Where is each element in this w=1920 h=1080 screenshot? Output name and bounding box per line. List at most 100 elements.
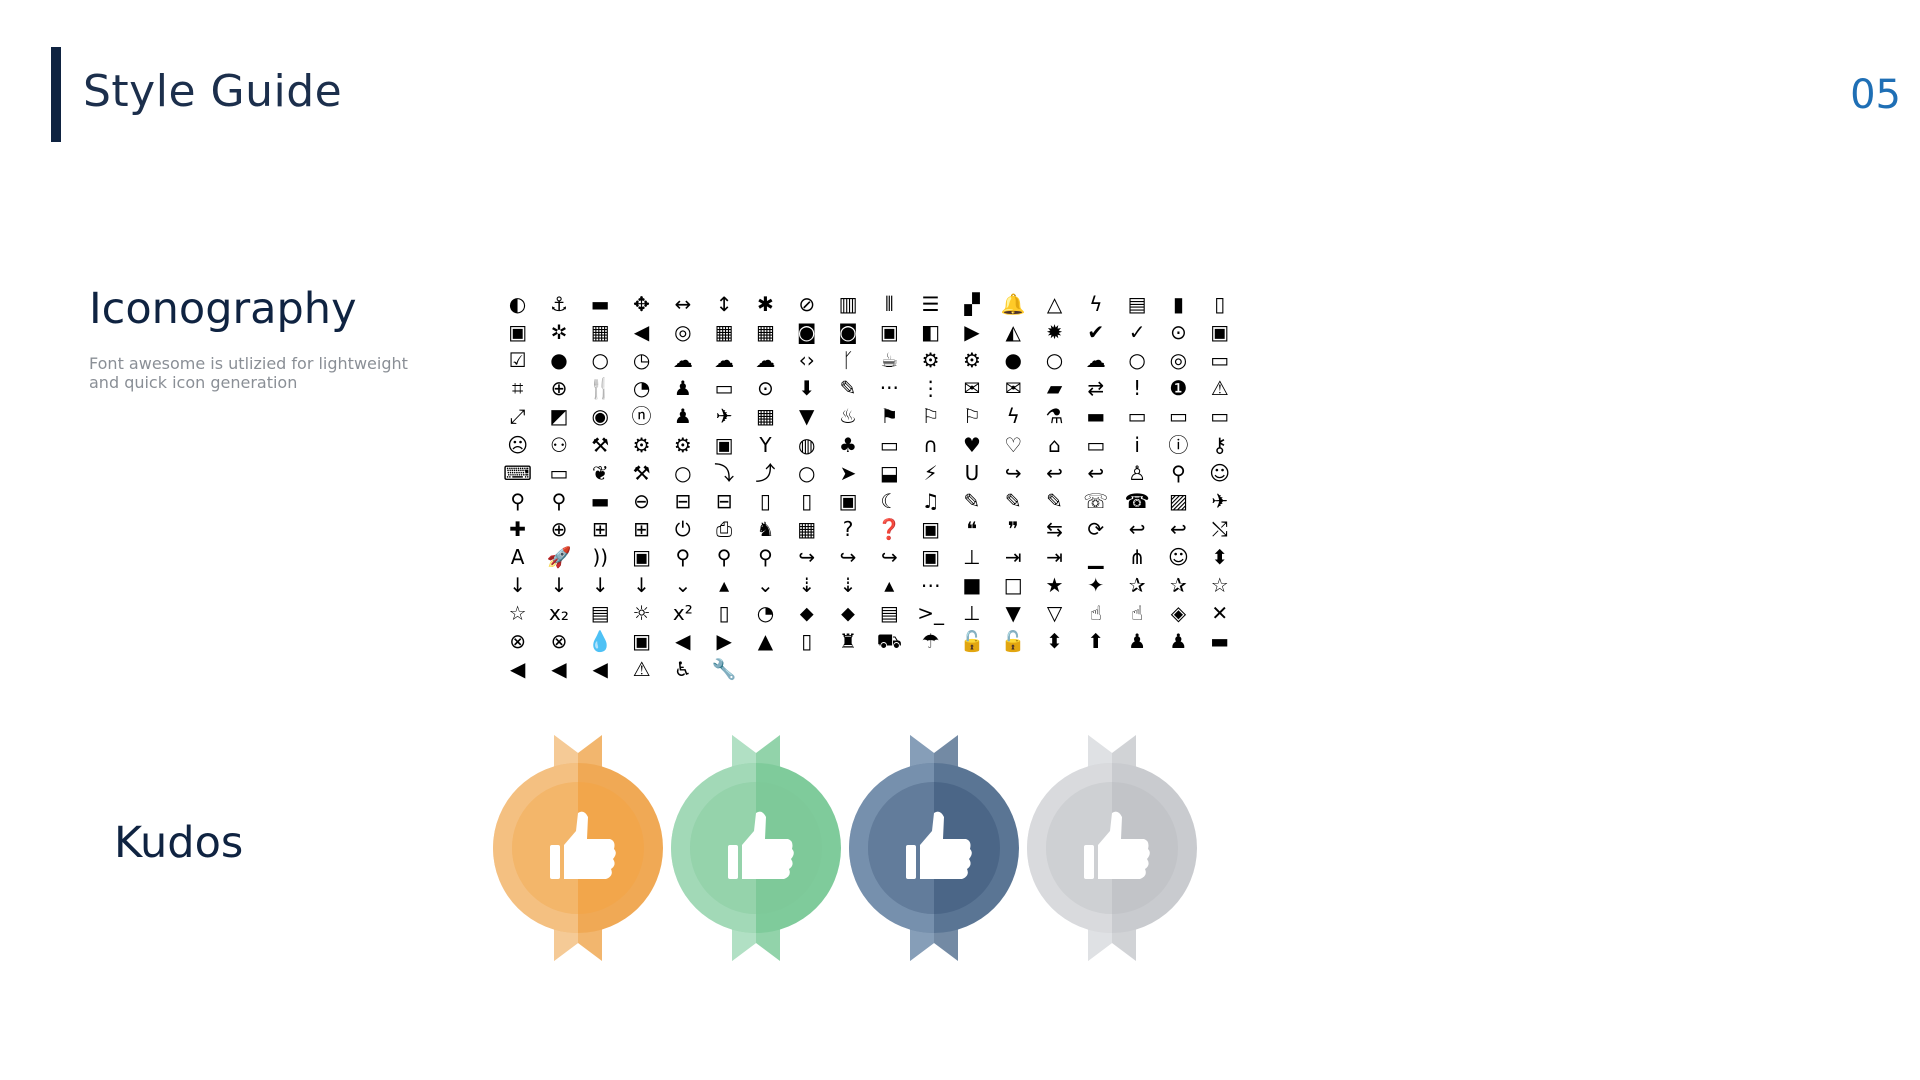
sample-icon: ◀ (509, 657, 526, 682)
sample-icon: ⚲ (1171, 460, 1186, 485)
sample-icon: ♟ (673, 404, 692, 429)
sample-icon: ▦ (755, 404, 775, 429)
sample-icon: ▦ (755, 320, 775, 345)
sample-icon: ··· (879, 376, 899, 401)
sample-icon: ◩ (549, 404, 569, 429)
sample-icon: ⊗ (509, 629, 527, 654)
sample-icon: ❓ (876, 516, 902, 541)
sample-icon: ▯ (759, 488, 771, 513)
page-number: 05 (1850, 72, 1901, 118)
sample-icon: ⚙ (632, 432, 651, 457)
sample-icon: ▶ (964, 320, 980, 345)
sample-icon: ⤴ (755, 460, 776, 485)
sample-icon: ✥ (633, 292, 650, 317)
sample-icon: ⬍ (1211, 544, 1229, 569)
sample-icon: ♟ (1128, 629, 1147, 654)
sample-icon: x² (672, 601, 693, 626)
sample-icon: ⚲ (675, 544, 691, 569)
sample-icon: ▤ (1127, 292, 1147, 317)
sample-icon: ▯ (718, 601, 730, 626)
sample-icon: ▦ (714, 320, 734, 345)
sample-icon: ✕ (1211, 601, 1229, 626)
sample-icon: ↪ (1004, 460, 1022, 485)
sample-icon: ☕ (880, 348, 899, 373)
sample-icon: ⊗ (550, 629, 568, 654)
sample-icon: 🍴 (587, 376, 613, 401)
sample-icon: ▶ (716, 629, 732, 654)
sample-icon: ▣ (838, 488, 858, 513)
sample-icon: ▬ (590, 488, 610, 513)
sample-icon: ⤭ (1211, 516, 1228, 541)
sample-icon: ◧ (921, 320, 941, 345)
iconography-description: Font awesome is utlizied for lightweight… (89, 354, 408, 392)
sample-icon: ↕ (715, 292, 733, 317)
sample-icon: ☂ (921, 629, 940, 654)
sample-icon: ▬ (590, 292, 610, 317)
sample-icon: ♞ (756, 516, 775, 541)
sample-icon: ⇥ (1004, 544, 1022, 569)
sample-icon: ▭ (879, 432, 899, 457)
sample-icon: ▭ (1086, 432, 1106, 457)
sample-icon: ⦀ (884, 292, 894, 317)
sample-icon: ▲ (757, 629, 774, 654)
sample-icon: ♿ (673, 657, 692, 682)
sample-icon: ♥ (962, 432, 981, 457)
sample-icon: ⚇ (549, 432, 568, 457)
sample-icon: ☺ (1167, 544, 1189, 569)
sample-icon: ✈ (715, 404, 733, 429)
sample-icon: ■ (962, 572, 982, 597)
sample-icon: ↪ (839, 544, 857, 569)
sample-icon: □ (1003, 572, 1023, 597)
sample-icon: ⓝ (631, 404, 652, 429)
kudos-medal-silver (1027, 735, 1197, 961)
sample-icon: >_ (917, 601, 944, 626)
sample-icon: ◀ (592, 657, 608, 682)
sample-icon: ▞ (964, 292, 980, 317)
sample-icon: ▣ (632, 629, 651, 654)
sample-icon: ⊞ (633, 516, 650, 541)
sample-icon: ↪ (880, 544, 898, 569)
sample-icon: ∩ (923, 432, 938, 457)
sample-icon: ♟ (673, 376, 692, 401)
sample-icon: ⊕ (550, 516, 568, 541)
sample-icon: ⋮ (920, 376, 941, 401)
sample-icon: ○ (1045, 348, 1064, 373)
page-title: Style Guide (83, 66, 343, 117)
sample-icon: ☁ (1085, 348, 1106, 373)
sample-icon: ⚙ (673, 432, 692, 457)
sample-icon: ▮ (1172, 292, 1184, 317)
sample-icon: ◙ (838, 320, 858, 345)
sample-icon: ⊙ (757, 376, 774, 401)
sample-icon: ▁ (1088, 544, 1104, 569)
sample-icon: ϟ (1006, 404, 1020, 429)
sample-icon: ◎ (674, 320, 692, 345)
sample-icon: ⊥ (963, 601, 981, 626)
sample-icon: ⤵ (714, 460, 735, 485)
sample-icon: ◈ (1170, 601, 1187, 626)
sample-icon: ▭ (1210, 348, 1230, 373)
sample-icon: ❦ (591, 460, 609, 485)
sample-icon: x₂ (549, 601, 569, 626)
sample-icon: ▣ (921, 544, 941, 569)
kudos-heading: Kudos (114, 818, 244, 868)
sample-icon: ○ (591, 348, 609, 373)
header-accent-bar (51, 47, 61, 142)
sample-icon: ⊕ (550, 376, 568, 401)
sample-icon: ✲ (550, 320, 568, 345)
sample-icon: ⇥ (1046, 544, 1063, 569)
sample-icon: ⇣ (798, 572, 816, 597)
sample-icon: ✉ (963, 376, 981, 401)
sample-icon: ⚙ (962, 348, 981, 373)
sample-icon: ⇆ (1046, 516, 1063, 541)
sample-icon: ⌂ (1048, 432, 1061, 457)
sample-icon: ☁ (714, 348, 735, 373)
sample-icon: 💧 (587, 629, 613, 654)
sample-icon: ♙ (1128, 460, 1147, 485)
sample-icon: ⚡ (923, 460, 938, 485)
sample-icon: ⬥ (841, 601, 856, 626)
sample-icon: ▭ (549, 460, 569, 485)
sample-icon: 🔔 (1000, 292, 1026, 317)
sample-icon: ⊞ (591, 516, 609, 541)
sample-icon: ⚙ (921, 348, 940, 373)
icon-grid: ◐ ⚓ ▬ ✥ ↔ ↕ ✱ ⊘ ▥ ⦀ ☰ ▞ 🔔 △ ϟ ▤ ▮ ▯ ▣ ✲ ▦ ◀ ◎ ▦ ▦ ◙ ◙ ▣ ◧ ▶ ◭ ✹ ✔ ✓ ⊙ ▣ ☑ ● ○ ◷… (497, 290, 1240, 683)
